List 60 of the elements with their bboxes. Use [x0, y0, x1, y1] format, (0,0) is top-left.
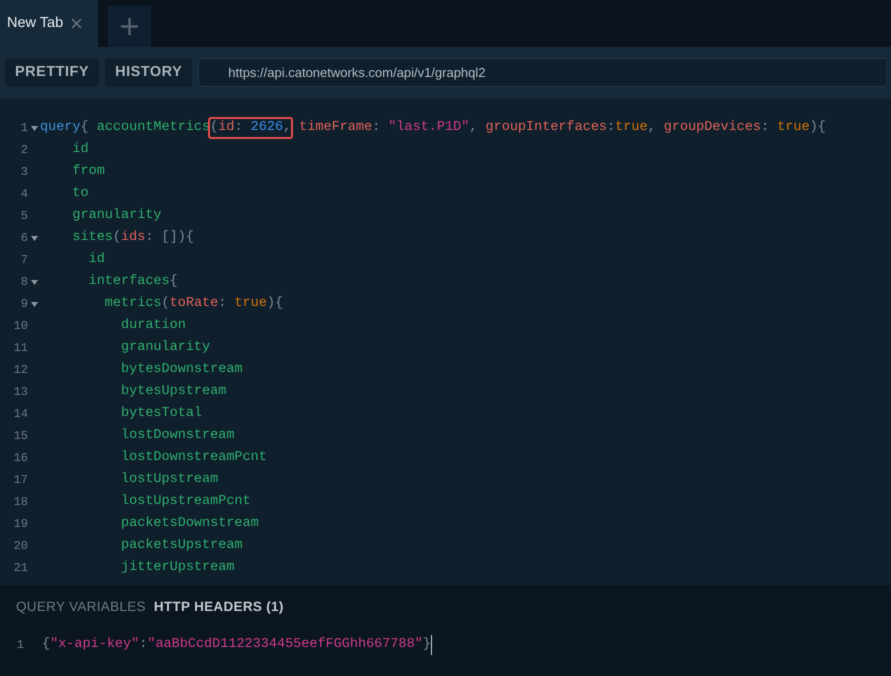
- toolbar-button[interactable]: HISTORY: [105, 58, 192, 87]
- line-number: 8: [20, 274, 28, 291]
- line-number: 3: [20, 164, 28, 181]
- plus-icon: [121, 18, 138, 35]
- line-number: 13: [12, 384, 28, 401]
- panel-tab[interactable]: QUERY VARIABLES: [16, 597, 146, 618]
- line-number: 6: [20, 230, 28, 247]
- fold-arrow-icon[interactable]: [30, 126, 38, 130]
- line-number: 7: [20, 252, 28, 269]
- line-number: 14: [12, 406, 28, 423]
- code-text: metrics(toRate: true){: [104, 295, 284, 313]
- code-text: duration: [120, 317, 186, 335]
- tab-label: New Tab: [7, 14, 64, 33]
- line-number: 21: [12, 560, 28, 577]
- code-text: lostUpstream: [120, 471, 218, 489]
- code-text: bytesUpstream: [120, 383, 226, 401]
- code-text: granularity: [71, 207, 162, 225]
- code-text: lostDownstreamPcnt: [120, 449, 267, 467]
- line-number: 11: [12, 340, 28, 357]
- new-tab-button[interactable]: [108, 6, 151, 47]
- line-number: 4: [20, 186, 28, 203]
- code-text: packetsUpstream: [120, 537, 243, 555]
- code-text: jitterUpstream: [120, 559, 234, 577]
- toolbar-button[interactable]: PRETTIFY: [5, 58, 100, 87]
- code-text: bytesDownstream: [120, 361, 243, 379]
- line-number: 12: [12, 362, 28, 379]
- line-number: 10: [12, 318, 28, 335]
- fold-arrow-icon[interactable]: [30, 302, 38, 306]
- code-text: id: [71, 141, 89, 159]
- browser-tab[interactable]: New Tab: [0, 0, 98, 47]
- panel-tab[interactable]: HTTP HEADERS (1): [154, 597, 284, 618]
- line-number: 1: [16, 637, 24, 654]
- code-text: sites(ids: []){: [71, 229, 194, 247]
- url-field[interactable]: https://api.catonetworks.com/api/v1/graphql2: [198, 58, 886, 87]
- line-number: 15: [12, 428, 28, 445]
- code-text: from: [71, 163, 105, 181]
- code-text: to: [71, 185, 89, 203]
- line-number: 18: [12, 494, 28, 511]
- code-text: lostDownstream: [120, 427, 234, 445]
- highlighted-code: (id: 2626,: [208, 117, 294, 139]
- code-text: timeFrame: "last.P1D", groupInterfaces:true, groupDevices: true){: [299, 119, 826, 137]
- fold-arrow-icon[interactable]: [30, 236, 38, 240]
- line-number: 19: [12, 516, 28, 533]
- line-number: 5: [20, 208, 28, 225]
- close-icon[interactable]: [71, 18, 82, 29]
- line-number: 1: [20, 120, 28, 137]
- line-number: 17: [12, 472, 28, 489]
- code-text: interfaces{: [88, 273, 178, 291]
- code-text: granularity: [120, 339, 210, 357]
- code-text: {"x-api-key":"aaBbCcdD1122334455eefFGGhh667788"}: [42, 636, 431, 654]
- line-number: 2: [20, 142, 28, 159]
- code-text: bytesTotal: [120, 405, 202, 423]
- code-text: packetsDownstream: [120, 515, 259, 533]
- code-text: lostUpstreamPcnt: [120, 493, 251, 511]
- line-number: 9: [20, 296, 28, 313]
- fold-arrow-icon[interactable]: [30, 280, 38, 284]
- line-number: 20: [12, 538, 28, 555]
- code-text: query{ accountMetrics: [40, 119, 210, 137]
- line-number: 16: [12, 450, 28, 467]
- code-text: id: [88, 251, 105, 269]
